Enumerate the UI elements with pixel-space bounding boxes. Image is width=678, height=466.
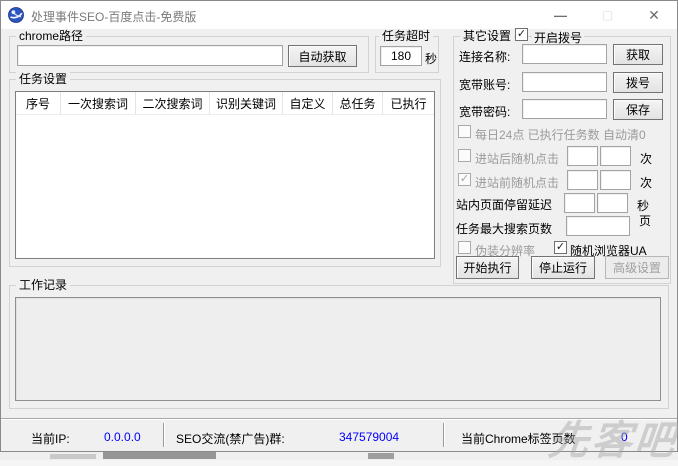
get-connection-button[interactable]: 获取	[613, 44, 663, 65]
column-header-custom[interactable]: 自定义	[283, 92, 333, 114]
background-text-smudge	[103, 452, 216, 459]
broadband-account-label: 宽带账号:	[459, 76, 510, 93]
column-header-executed[interactable]: 已执行	[383, 92, 434, 114]
column-header-search2[interactable]: 二次搜索词	[136, 92, 210, 114]
start-button[interactable]: 开始执行	[456, 256, 519, 279]
before-enter-click-label: 进站前随机点击	[475, 174, 559, 191]
column-header-total[interactable]: 总任务	[333, 92, 383, 114]
fake-resolution-checkbox[interactable]	[458, 241, 471, 254]
advanced-settings-button[interactable]: 高级设置	[605, 256, 669, 279]
daily-reset-label: 每日24点 已执行任务数 自动清0	[475, 126, 646, 143]
task-table: 序号 一次搜索词 二次搜索词 识别关键词 自定义 总任务 已执行	[15, 91, 435, 259]
stay-delay-max-input[interactable]	[597, 193, 628, 213]
task-table-header: 序号 一次搜索词 二次搜索词 识别关键词 自定义 总任务 已执行	[16, 92, 434, 115]
daily-reset-checkbox[interactable]	[458, 125, 471, 138]
close-icon[interactable]: ✕	[631, 1, 677, 29]
max-pages-input[interactable]	[566, 216, 630, 236]
stop-button[interactable]: 停止运行	[531, 256, 595, 279]
chrome-path-group-label: chrome路径	[16, 29, 86, 43]
broadband-password-input[interactable]	[522, 99, 607, 119]
stay-delay-min-input[interactable]	[564, 193, 595, 213]
before-enter-click-checkbox[interactable]: ✓	[458, 173, 471, 186]
current-ip-label: 当前IP:	[31, 430, 70, 447]
task-timeout-input[interactable]	[380, 46, 422, 66]
connection-name-label: 连接名称:	[459, 48, 510, 65]
background-window-sliver	[0, 452, 678, 460]
connection-name-input[interactable]	[522, 44, 607, 64]
minimize-icon[interactable]: —	[538, 1, 583, 29]
task-timeout-unit: 秒	[425, 50, 437, 67]
max-pages-label: 任务最大搜索页数	[456, 220, 552, 237]
broadband-password-label: 宽带密码:	[459, 103, 510, 120]
seo-group-label: SEO交流(禁广告)群:	[176, 430, 285, 447]
status-separator-2	[443, 423, 444, 447]
seo-group-value: 347579004	[339, 430, 399, 444]
after-enter-click-label: 进站后随机点击	[475, 150, 559, 167]
before-enter-min-input[interactable]	[567, 170, 598, 190]
title-bar: 处理事件SEO-百度点击-免费版 — ▢ ✕	[1, 1, 677, 29]
app-window: 处理事件SEO-百度点击-免费版 — ▢ ✕ chrome路径 自动获取 任务超…	[0, 0, 678, 452]
auto-get-path-button[interactable]: 自动获取	[288, 45, 357, 67]
before-enter-unit: 次	[640, 174, 652, 191]
current-ip-value: 0.0.0.0	[104, 430, 141, 444]
save-button[interactable]: 保存	[613, 99, 663, 120]
dial-button[interactable]: 拨号	[613, 72, 663, 93]
maximize-icon[interactable]: ▢	[585, 1, 630, 29]
column-header-keyword[interactable]: 识别关键词	[210, 92, 283, 114]
chrome-path-input[interactable]	[17, 45, 283, 66]
task-timeout-group-label: 任务超时	[379, 29, 433, 43]
after-enter-unit: 次	[640, 150, 652, 167]
after-enter-click-checkbox[interactable]	[458, 149, 471, 162]
broadband-account-input[interactable]	[522, 72, 607, 92]
chrome-tabs-value: 0	[621, 430, 628, 444]
before-enter-max-input[interactable]	[600, 170, 631, 190]
background-blob	[50, 454, 96, 459]
after-enter-min-input[interactable]	[567, 146, 598, 166]
work-log-area[interactable]	[15, 297, 661, 401]
other-settings-group-label: 其它设置	[460, 29, 514, 43]
status-bar: 当前IP: 0.0.0.0 SEO交流(禁广告)群: 347579004 当前C…	[1, 418, 677, 451]
after-enter-max-input[interactable]	[600, 146, 631, 166]
random-ua-checkbox[interactable]: ✓	[554, 241, 567, 254]
window-title: 处理事件SEO-百度点击-免费版	[31, 8, 196, 25]
app-icon	[8, 7, 24, 23]
status-separator	[163, 423, 164, 447]
column-header-index[interactable]: 序号	[16, 92, 61, 114]
max-pages-unit: 页	[639, 212, 651, 229]
task-settings-group-label: 任务设置	[16, 72, 70, 86]
work-log-group-label: 工作记录	[16, 278, 70, 292]
column-header-search1[interactable]: 一次搜索词	[61, 92, 136, 114]
enable-dial-checkbox[interactable]: ✓	[515, 28, 528, 41]
background-blob-2	[368, 453, 394, 459]
stay-delay-label: 站内页面停留延迟	[456, 196, 552, 213]
chrome-tabs-label: 当前Chrome标签页数	[461, 430, 576, 447]
